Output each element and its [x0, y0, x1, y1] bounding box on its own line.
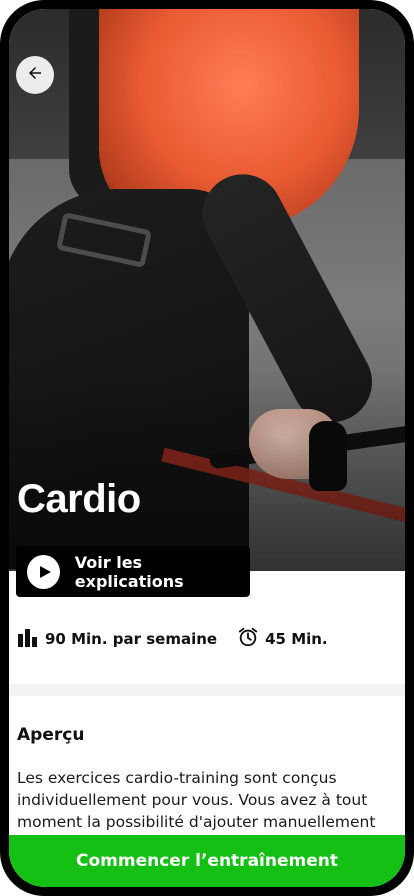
play-icon: [27, 554, 60, 589]
weekly-minutes-label: 90 Min. par semaine: [45, 630, 218, 648]
section-divider: [9, 684, 405, 696]
start-workout-button[interactable]: Commencer l’entraînement: [9, 835, 405, 887]
back-button[interactable]: [16, 56, 54, 94]
arrow-left-icon: [26, 64, 44, 87]
workout-stats: 90 Min. par semaine 45 Min.: [17, 627, 397, 651]
workout-detail-screen: Cardio Voir les explications 90 Min. par…: [9, 9, 405, 887]
watch-explanations-button[interactable]: Voir les explications: [16, 546, 250, 597]
start-workout-label: Commencer l’entraînement: [76, 851, 338, 871]
watch-explanations-label: Voir les explications: [74, 552, 184, 591]
weekly-minutes-stat: 90 Min. par semaine: [17, 626, 217, 653]
duration-label: 45 Min.: [265, 630, 328, 648]
overview-heading: Aperçu: [17, 725, 85, 745]
alarm-clock-icon: [237, 626, 265, 653]
device-frame: Cardio Voir les explications 90 Min. par…: [0, 0, 414, 896]
duration-stat: 45 Min.: [237, 626, 328, 653]
bar-chart-icon: [17, 626, 45, 653]
workout-title: Cardio: [17, 477, 141, 521]
